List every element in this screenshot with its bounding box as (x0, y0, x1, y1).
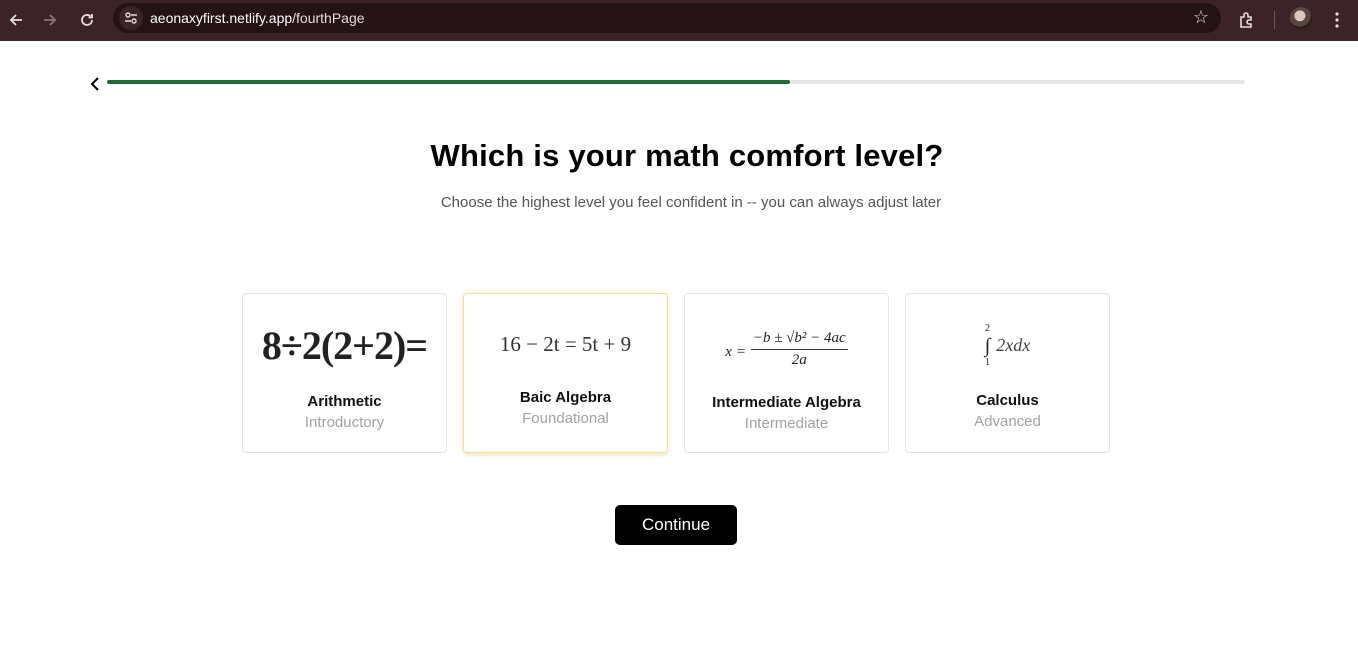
browser-toolbar: aeonaxyfirst.netlify.app/fourthPage ☆ (0, 0, 1358, 41)
site-settings-icon[interactable] (119, 6, 143, 30)
arithmetic-formula: 8÷2(2+2)= (261, 323, 428, 368)
algebra-formula: 16 − 2t = 5t + 9 (499, 332, 632, 356)
progress-bar-fill (107, 80, 790, 84)
integral-lower-limit: 1 (985, 356, 990, 368)
option-name: Arithmetic (307, 393, 382, 410)
extensions-icon[interactable] (1235, 8, 1259, 32)
toolbar-separator (1274, 11, 1275, 29)
formula-lhs: x = (725, 344, 746, 360)
integral-formula-image: 2 ∫ 1 2xdx (906, 298, 1109, 393)
address-bar[interactable]: aeonaxyfirst.netlify.app/fourthPage ☆ (113, 3, 1221, 33)
integral-symbol: ∫ (984, 334, 991, 357)
option-level: Intermediate (744, 415, 829, 432)
forward-icon[interactable] (38, 8, 62, 32)
integral-sign: 2 ∫ 1 (985, 323, 990, 369)
integral-upper-limit: 2 (985, 322, 990, 334)
back-chevron-icon[interactable] (86, 74, 104, 94)
option-card-intermediate-algebra[interactable]: x = −b ± √b² − 4ac 2a Intermediate Algeb… (684, 293, 889, 453)
formula-numerator: −b ± √b² − 4ac (750, 330, 848, 350)
formula-denominator: 2a (791, 352, 807, 368)
option-level: Foundational (522, 410, 609, 427)
option-name: Intermediate Algebra (712, 394, 861, 411)
page-title: Which is your math comfort level? (430, 138, 944, 173)
progress-bar (107, 80, 1245, 84)
option-level: Introductory (304, 414, 385, 431)
reload-icon[interactable] (75, 8, 99, 32)
integral-body: 2xdx (996, 335, 1031, 355)
profile-avatar[interactable] (1290, 7, 1312, 29)
option-card-calculus[interactable]: 2 ∫ 1 2xdx Calculus Advanced (905, 293, 1110, 453)
option-name: Calculus (976, 392, 1039, 409)
option-level: Advanced (974, 413, 1041, 430)
option-card-arithmetic[interactable]: 8÷2(2+2)= Arithmetic Introductory (242, 293, 447, 453)
bookmark-star-icon[interactable]: ☆ (1193, 7, 1209, 28)
arithmetic-formula-image: 8÷2(2+2)= (243, 298, 446, 393)
page-subtitle: Choose the highest level you feel confid… (440, 194, 942, 211)
algebra-formula-image: 16 − 2t = 5t + 9 (464, 297, 667, 392)
quadratic-formula-image: x = −b ± √b² − 4ac 2a (685, 302, 888, 397)
option-card-basic-algebra[interactable]: 16 − 2t = 5t + 9 Baic Algebra Foundation… (463, 293, 668, 453)
formula-fraction: −b ± √b² − 4ac 2a (750, 330, 848, 369)
back-icon[interactable] (4, 8, 28, 32)
menu-kebab-icon[interactable] (1325, 8, 1349, 32)
url-path: /fourthPage (292, 10, 365, 26)
continue-button[interactable]: Continue (615, 505, 737, 545)
option-name: Baic Algebra (519, 389, 612, 406)
url-text: aeonaxyfirst.netlify.app/fourthPage (150, 10, 365, 26)
url-host: aeonaxyfirst.netlify.app (150, 10, 293, 26)
